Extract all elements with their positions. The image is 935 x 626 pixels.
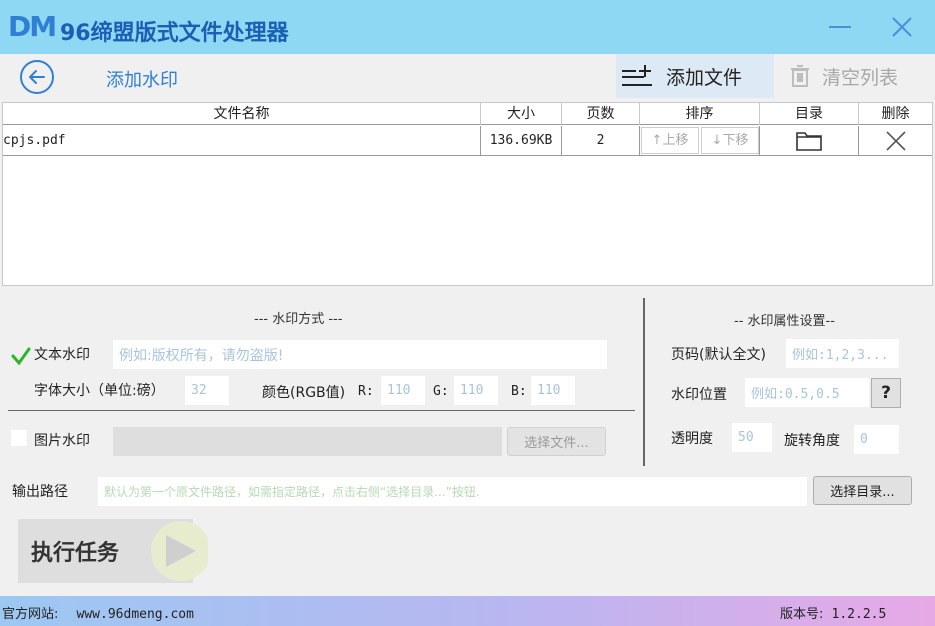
website-link[interactable]: www.96dmeng.com [77, 607, 194, 622]
close-button[interactable] [872, 0, 932, 54]
r-label: R: [358, 384, 374, 399]
font-size-input[interactable]: 32 [185, 376, 229, 405]
header-pages[interactable]: 页数 [562, 103, 640, 125]
add-file-button[interactable]: 添加文件 [616, 54, 774, 98]
image-watermark-label[interactable]: 图片水印 [34, 430, 90, 450]
rotation-input[interactable]: 0 [854, 425, 899, 454]
output-path-label: 输出路径 [12, 484, 68, 500]
close-icon [892, 17, 912, 37]
header-size[interactable]: 大小 [481, 103, 562, 125]
cell-order: ↑上移 ↓下移 [640, 126, 760, 155]
close-icon [885, 130, 906, 151]
image-watermark-checkbox[interactable] [11, 430, 27, 446]
choose-file-button[interactable]: 选择文件... [507, 427, 606, 456]
watermark-props-title: -- 水印属性设置-- [734, 314, 835, 329]
rotation-label: 旋转角度 [784, 433, 840, 449]
help-button[interactable]: ? [871, 378, 901, 408]
g-label: G: [433, 384, 449, 399]
move-down-button[interactable]: ↓下移 [701, 127, 759, 154]
cell-pages: 2 [562, 126, 640, 155]
output-path-input[interactable]: 默认为第一个原文件路径，如需指定路径，点击右侧“选择目录...”按钮. [98, 477, 807, 506]
add-file-label: 添加文件 [666, 66, 743, 89]
page-input[interactable]: 例如:1,2,3... [786, 339, 899, 368]
font-size-label: 字体大小（单位:磅） [34, 383, 165, 399]
website-info: 官方网站: www.96dmeng.com [2, 603, 194, 622]
header-filename[interactable]: 文件名称 [3, 103, 481, 125]
divider [643, 298, 645, 466]
cell-filename: cpjs.pdf [3, 126, 481, 155]
play-icon [151, 521, 208, 581]
header-directory: 目录 [760, 103, 859, 125]
position-input[interactable]: 例如:0.5,0.5 [745, 378, 869, 407]
clear-list-button[interactable]: 清空列表 [778, 54, 930, 98]
minimize-button[interactable] [810, 0, 870, 54]
page-title: 添加水印 [106, 70, 178, 91]
folder-icon [796, 131, 822, 151]
delete-row-button[interactable] [859, 126, 932, 155]
arrow-left-icon [29, 70, 45, 84]
table-row[interactable]: cpjs.pdf 136.69KB 2 ↑上移 ↓下移 [3, 126, 932, 156]
watermark-text-input[interactable]: 例如:版权所有，请勿盗版! [113, 340, 607, 369]
header-delete: 删除 [881, 106, 910, 122]
run-task-button[interactable]: 执行任务 [18, 519, 208, 583]
b-label: B: [511, 384, 527, 399]
add-list-icon [622, 65, 652, 86]
run-task-label: 执行任务 [31, 541, 120, 566]
watermark-mode-title: --- 水印方式 --- [254, 312, 343, 327]
file-table: 文件名称 大小 页数 排序 目录 删除 cpjs.pdf 136.69KB 2 … [2, 102, 933, 286]
app-title: 96缔盟版式文件处理器 [60, 21, 289, 46]
opacity-input[interactable]: 50 [732, 423, 772, 452]
open-folder-button[interactable] [760, 126, 859, 155]
cell-size: 136.69KB [481, 126, 562, 155]
checkmark-icon[interactable] [11, 346, 31, 366]
choose-directory-button[interactable]: 选择目录... [813, 476, 912, 505]
color-label: 颜色(RGB值) [262, 385, 346, 401]
position-label: 水印位置 [671, 387, 727, 403]
trash-icon [791, 65, 809, 87]
back-button[interactable] [20, 60, 54, 94]
website-label: 官方网站: [2, 607, 59, 622]
r-input[interactable]: 110 [381, 376, 425, 405]
version-number: 1.2.2.5 [831, 607, 887, 622]
version-label: 版本号: [780, 607, 824, 622]
b-input[interactable]: 110 [531, 376, 575, 405]
status-bar: 官方网站: www.96dmeng.com 版本号: 1.2.2.5 [0, 596, 935, 626]
table-header: 文件名称 大小 页数 排序 目录 删除 [3, 103, 932, 125]
clear-list-label: 清空列表 [822, 66, 899, 89]
move-up-button[interactable]: ↑上移 [641, 127, 699, 154]
app-logo: DM [8, 10, 57, 43]
header-order: 排序 [640, 103, 760, 125]
version-info: 版本号: 1.2.2.5 [780, 603, 886, 622]
image-path-input [113, 427, 502, 456]
divider [8, 410, 635, 411]
text-watermark-label[interactable]: 文本水印 [34, 344, 90, 364]
opacity-label: 透明度 [671, 431, 713, 447]
title-bar: DM 96缔盟版式文件处理器 [0, 0, 935, 54]
g-input[interactable]: 110 [454, 376, 498, 405]
page-label: 页码(默认全文) [671, 347, 766, 363]
